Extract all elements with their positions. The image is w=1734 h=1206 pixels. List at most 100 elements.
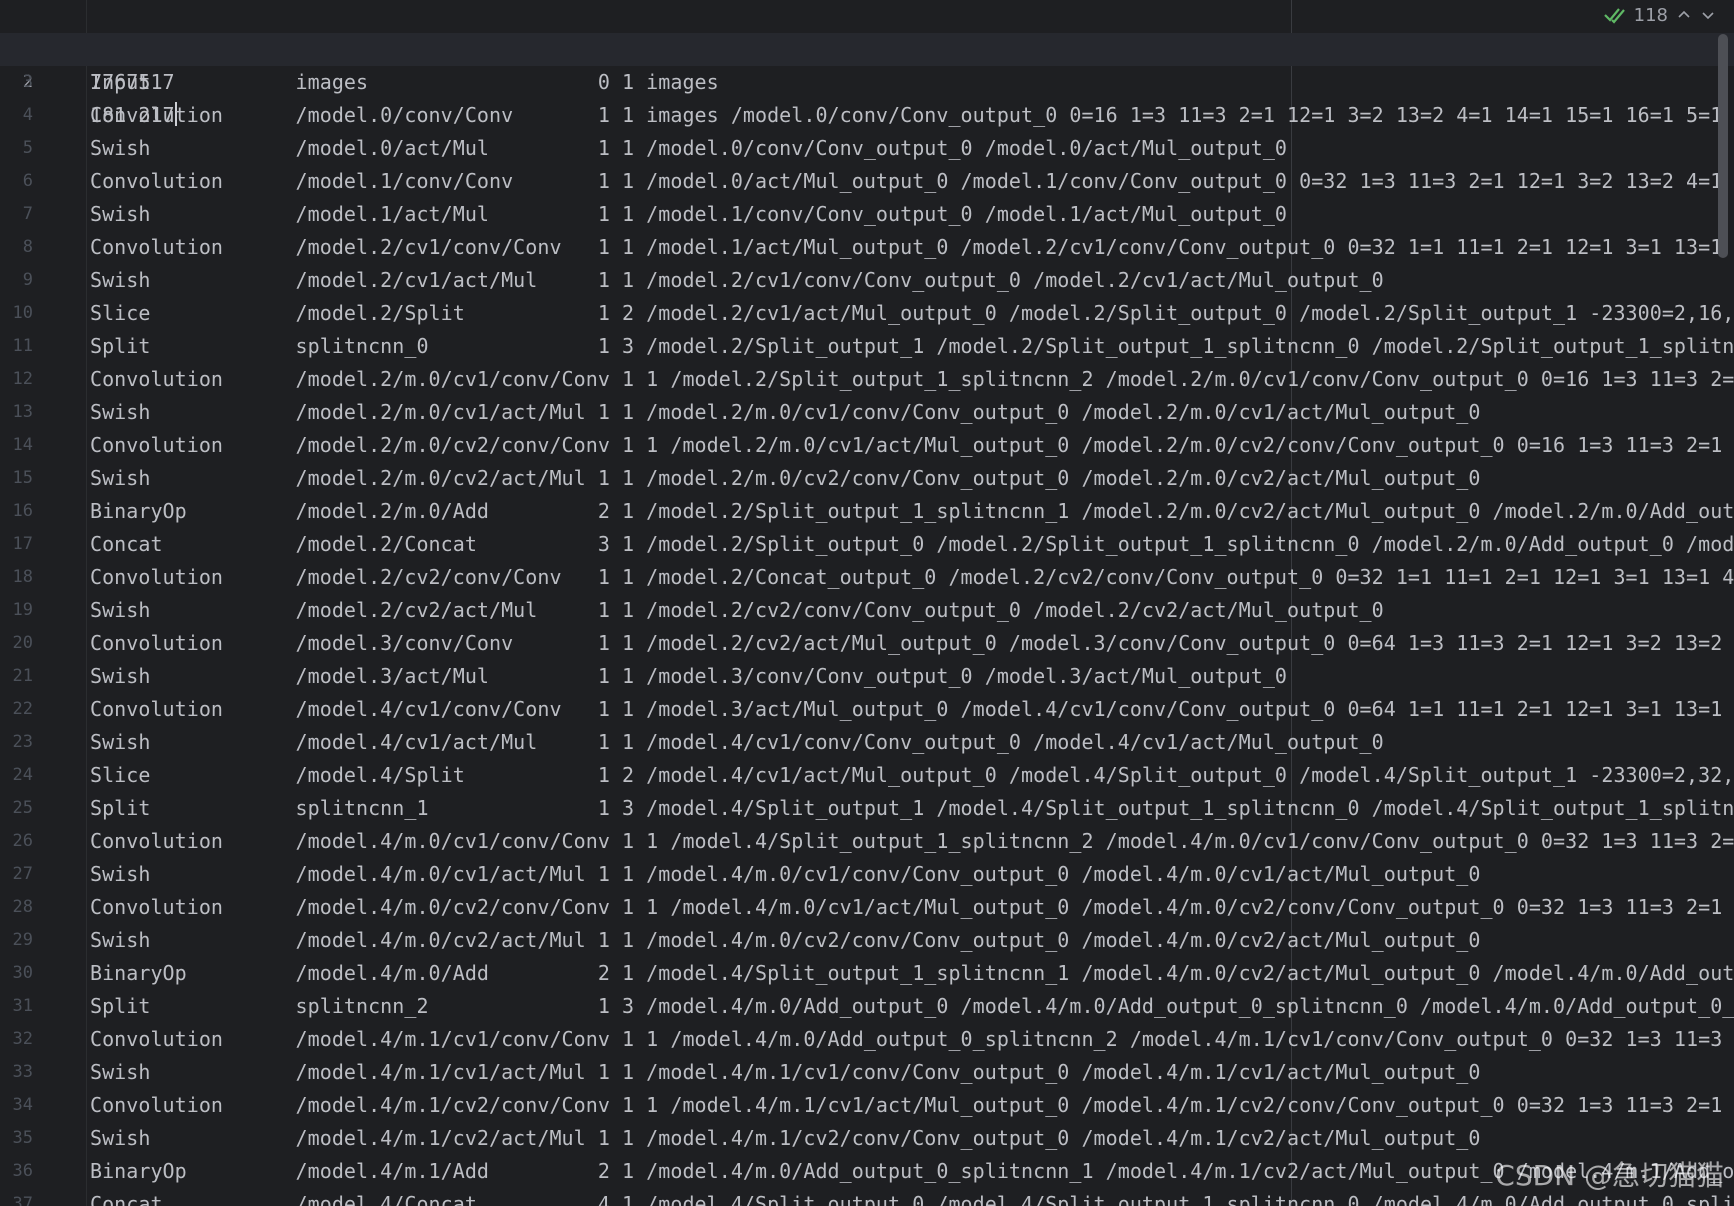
line-text[interactable]: Split splitncnn_0 1 3 /model.2/Split_out… bbox=[90, 330, 1734, 363]
line-number: 33 bbox=[12, 1062, 33, 1082]
code-line[interactable]: 19 Swish /model.2/cv2/act/Mul 1 1 /model.… bbox=[0, 594, 1734, 627]
code-line[interactable]: 8 Convolution /model.2/cv1/conv/Conv 1 1 … bbox=[0, 231, 1734, 264]
line-number: 35 bbox=[12, 1128, 33, 1148]
line-number: 15 bbox=[12, 468, 33, 488]
code-line[interactable]: 23 Swish /model.4/cv1/act/Mul 1 1 /model.… bbox=[0, 726, 1734, 759]
line-text[interactable]: Concat /model.2/Concat 3 1 /model.2/Spli… bbox=[90, 528, 1734, 561]
line-text[interactable]: BinaryOp /model.2/m.0/Add 2 1 /model.2/S… bbox=[90, 495, 1734, 528]
code-line[interactable]: 32 Convolution /model.4/m.1/cv1/conv/Conv… bbox=[0, 1023, 1734, 1056]
code-line[interactable]: 10 Slice /model.2/Split 1 2 /model.2/cv1/… bbox=[0, 297, 1734, 330]
line-text[interactable]: Input images 0 1 images bbox=[90, 66, 719, 99]
line-text[interactable]: Convolution /model.4/m.1/cv2/conv/Conv 1… bbox=[90, 1089, 1734, 1122]
line-number: 34 bbox=[12, 1095, 33, 1115]
line-text[interactable]: Swish /model.3/act/Mul 1 1 /model.3/conv… bbox=[90, 660, 1287, 693]
chevron-down-icon[interactable] bbox=[1700, 7, 1716, 23]
code-line[interactable]: 5 Swish /model.0/act/Mul 1 1 /model.0/con… bbox=[0, 132, 1734, 165]
code-line[interactable]: 16 BinaryOp /model.2/m.0/Add 2 1 /model.2… bbox=[0, 495, 1734, 528]
code-line[interactable]: 18 Convolution /model.2/cv2/conv/Conv 1 1… bbox=[0, 561, 1734, 594]
code-line[interactable]: 34 Convolution /model.4/m.1/cv2/conv/Conv… bbox=[0, 1089, 1734, 1122]
code-line[interactable]: 26 Convolution /model.4/m.0/cv1/conv/Conv… bbox=[0, 825, 1734, 858]
line-text[interactable]: Convolution /model.1/conv/Conv 1 1 /mode… bbox=[90, 165, 1734, 198]
line-number: 13 bbox=[12, 402, 33, 422]
line-text[interactable]: Swish /model.2/m.0/cv1/act/Mul 1 1 /mode… bbox=[90, 396, 1480, 429]
code-line[interactable]: 31 Split splitncnn_2 1 3 /model.4/m.0/Add… bbox=[0, 990, 1734, 1023]
code-line[interactable]: 30 BinaryOp /model.4/m.0/Add 2 1 /model.4… bbox=[0, 957, 1734, 990]
line-text[interactable]: Convolution /model.4/m.0/cv1/conv/Conv 1… bbox=[90, 825, 1734, 858]
code-line[interactable]: 20 Convolution /model.3/conv/Conv 1 1 /mo… bbox=[0, 627, 1734, 660]
line-text[interactable]: Slice /model.4/Split 1 2 /model.4/cv1/ac… bbox=[90, 759, 1734, 792]
line-text[interactable]: Swish /model.2/cv1/act/Mul 1 1 /model.2/… bbox=[90, 264, 1384, 297]
vertical-scrollbar[interactable] bbox=[1718, 34, 1728, 258]
line-number: 9 bbox=[22, 270, 33, 290]
code-line[interactable]: 36 BinaryOp /model.4/m.1/Add 2 1 /model.4… bbox=[0, 1155, 1734, 1188]
line-text[interactable]: Convolution /model.2/m.0/cv2/conv/Conv 1… bbox=[90, 429, 1734, 462]
code-line[interactable]: 7 Swish /model.1/act/Mul 1 1 /model.1/con… bbox=[0, 198, 1734, 231]
chevron-up-icon[interactable] bbox=[1676, 7, 1692, 23]
line-text[interactable]: Swish /model.4/m.1/cv1/act/Mul 1 1 /mode… bbox=[90, 1056, 1480, 1089]
line-number: 23 bbox=[12, 732, 33, 752]
line-number: 20 bbox=[12, 633, 33, 653]
line-number: 32 bbox=[12, 1029, 33, 1049]
line-number: 14 bbox=[12, 435, 33, 455]
line-text[interactable]: Swish /model.4/m.0/cv2/act/Mul 1 1 /mode… bbox=[90, 924, 1480, 957]
code-line[interactable]: 25 Split splitncnn_1 1 3 /model.4/Split_o… bbox=[0, 792, 1734, 825]
code-line[interactable]: 33 Swish /model.4/m.1/cv1/act/Mul 1 1 /mo… bbox=[0, 1056, 1734, 1089]
code-line[interactable]: 12 Convolution /model.2/m.0/cv1/conv/Conv… bbox=[0, 363, 1734, 396]
code-lines[interactable]: 1 7767517 2 181 217 3 Input images 0 1 im… bbox=[0, 0, 1734, 1206]
line-number: 16 bbox=[12, 501, 33, 521]
line-number: 28 bbox=[12, 897, 33, 917]
line-text[interactable]: Swish /model.1/act/Mul 1 1 /model.1/conv… bbox=[90, 198, 1287, 231]
code-line[interactable]: 3 Input images 0 1 images bbox=[0, 66, 1734, 99]
code-line[interactable]: 1 7767517 bbox=[0, 0, 1734, 94]
code-line[interactable]: 22 Convolution /model.4/cv1/conv/Conv 1 1… bbox=[0, 693, 1734, 726]
line-text[interactable]: Slice /model.2/Split 1 2 /model.2/cv1/ac… bbox=[90, 297, 1734, 330]
line-text[interactable]: Swish /model.0/act/Mul 1 1 /model.0/conv… bbox=[90, 132, 1287, 165]
code-editor[interactable]: 1 7767517 2 181 217 3 Input images 0 1 im… bbox=[0, 0, 1734, 1206]
line-number: 10 bbox=[12, 303, 33, 323]
code-line-current[interactable]: 2 181 217 bbox=[0, 33, 1734, 127]
line-text[interactable]: Convolution /model.2/cv2/conv/Conv 1 1 /… bbox=[90, 561, 1734, 594]
line-text[interactable]: Split splitncnn_1 1 3 /model.4/Split_out… bbox=[90, 792, 1734, 825]
code-line[interactable]: 9 Swish /model.2/cv1/act/Mul 1 1 /model.2… bbox=[0, 264, 1734, 297]
line-text[interactable]: Swish /model.2/m.0/cv2/act/Mul 1 1 /mode… bbox=[90, 462, 1480, 495]
code-line[interactable]: 14 Convolution /model.2/m.0/cv2/conv/Conv… bbox=[0, 429, 1734, 462]
line-text[interactable]: Convolution /model.2/cv1/conv/Conv 1 1 /… bbox=[90, 231, 1734, 264]
line-text[interactable]: Swish /model.4/cv1/act/Mul 1 1 /model.4/… bbox=[90, 726, 1384, 759]
line-number: 19 bbox=[12, 600, 33, 620]
line-text[interactable]: Split splitncnn_2 1 3 /model.4/m.0/Add_o… bbox=[90, 990, 1734, 1023]
line-text[interactable]: BinaryOp /model.4/m.1/Add 2 1 /model.4/m… bbox=[90, 1155, 1734, 1188]
line-number: 7 bbox=[22, 204, 33, 224]
code-line[interactable]: 27 Swish /model.4/m.0/cv1/act/Mul 1 1 /mo… bbox=[0, 858, 1734, 891]
line-number: 11 bbox=[12, 336, 33, 356]
line-text[interactable]: Convolution /model.3/conv/Conv 1 1 /mode… bbox=[90, 627, 1734, 660]
line-text[interactable]: Concat /model.4/Concat 4 1 /model.4/Spli… bbox=[90, 1188, 1734, 1206]
line-text[interactable]: BinaryOp /model.4/m.0/Add 2 1 /model.4/S… bbox=[90, 957, 1734, 990]
line-text[interactable]: Convolution /model.2/m.0/cv1/conv/Conv 1… bbox=[90, 363, 1734, 396]
line-text[interactable]: Convolution /model.0/conv/Conv 1 1 image… bbox=[90, 99, 1734, 132]
code-line[interactable]: 37 Concat /model.4/Concat 4 1 /model.4/Sp… bbox=[0, 1188, 1734, 1206]
line-number: 29 bbox=[12, 930, 33, 950]
line-text[interactable]: Swish /model.2/cv2/act/Mul 1 1 /model.2/… bbox=[90, 594, 1384, 627]
line-number: 25 bbox=[12, 798, 33, 818]
line-text[interactable]: Convolution /model.4/m.1/cv1/conv/Conv 1… bbox=[90, 1023, 1734, 1056]
code-line[interactable]: 28 Convolution /model.4/m.0/cv2/conv/Conv… bbox=[0, 891, 1734, 924]
line-text[interactable]: Swish /model.4/m.1/cv2/act/Mul 1 1 /mode… bbox=[90, 1122, 1480, 1155]
line-number: 24 bbox=[12, 765, 33, 785]
inspection-widget[interactable]: 118 bbox=[1595, 2, 1716, 28]
line-text[interactable]: Convolution /model.4/m.0/cv2/conv/Conv 1… bbox=[90, 891, 1734, 924]
line-number: 5 bbox=[22, 138, 33, 158]
line-number: 31 bbox=[12, 996, 33, 1016]
code-line[interactable]: 29 Swish /model.4/m.0/cv2/act/Mul 1 1 /mo… bbox=[0, 924, 1734, 957]
code-line[interactable]: 21 Swish /model.3/act/Mul 1 1 /model.3/co… bbox=[0, 660, 1734, 693]
code-line[interactable]: 6 Convolution /model.1/conv/Conv 1 1 /mod… bbox=[0, 165, 1734, 198]
code-line[interactable]: 4 Convolution /model.0/conv/Conv 1 1 imag… bbox=[0, 99, 1734, 132]
code-line[interactable]: 11 Split splitncnn_0 1 3 /model.2/Split_o… bbox=[0, 330, 1734, 363]
code-line[interactable]: 13 Swish /model.2/m.0/cv1/act/Mul 1 1 /mo… bbox=[0, 396, 1734, 429]
code-line[interactable]: 15 Swish /model.2/m.0/cv2/act/Mul 1 1 /mo… bbox=[0, 462, 1734, 495]
line-number: 4 bbox=[22, 105, 33, 125]
line-text[interactable]: Swish /model.4/m.0/cv1/act/Mul 1 1 /mode… bbox=[90, 858, 1480, 891]
code-line[interactable]: 17 Concat /model.2/Concat 3 1 /model.2/Sp… bbox=[0, 528, 1734, 561]
code-line[interactable]: 24 Slice /model.4/Split 1 2 /model.4/cv1/… bbox=[0, 759, 1734, 792]
code-line[interactable]: 35 Swish /model.4/m.1/cv2/act/Mul 1 1 /mo… bbox=[0, 1122, 1734, 1155]
line-text[interactable]: Convolution /model.4/cv1/conv/Conv 1 1 /… bbox=[90, 693, 1734, 726]
